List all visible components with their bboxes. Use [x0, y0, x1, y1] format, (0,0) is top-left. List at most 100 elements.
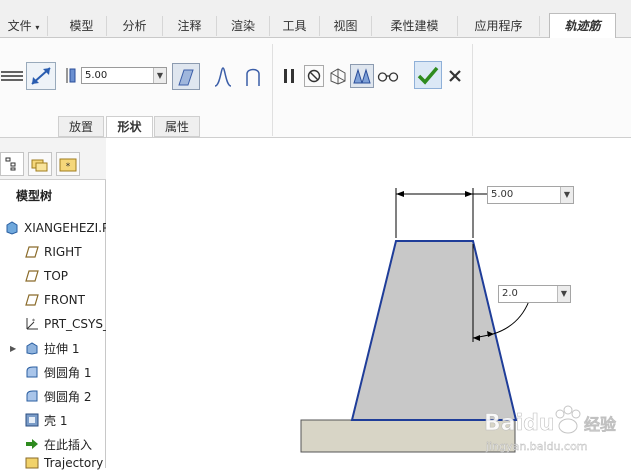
pause-button[interactable] [278, 64, 300, 88]
dimension-arrow-right [465, 191, 473, 197]
thickness-value-combo[interactable]: 5.00 ▼ [81, 67, 167, 84]
datum-plane-icon [24, 292, 40, 308]
checkmark-icon [417, 66, 439, 85]
baidu-logo-icon: Baidu 经验 jingyan.baidu.com [484, 405, 617, 453]
tab-folder-browser[interactable] [28, 152, 52, 176]
tab-trajectory-rib[interactable]: 轨迹筋 [549, 13, 616, 39]
thickness-icon [66, 67, 78, 84]
tab-view[interactable]: 视图 [320, 16, 372, 36]
round-icon [24, 364, 40, 380]
tree-item-label: TOP [44, 269, 69, 283]
flip-arrow-icon [31, 67, 51, 85]
tab-flexible-modeling[interactable]: 柔性建模 [372, 16, 458, 36]
close-icon [449, 70, 461, 82]
tree-item-round-1[interactable]: 倒圆角 1 [0, 362, 106, 382]
datum-plane-icon [24, 244, 40, 260]
add-fillet-edges-button[interactable] [0, 64, 24, 88]
favorites-folder-icon: * [59, 158, 77, 172]
cancel-button[interactable] [446, 66, 464, 86]
verify-mode-button[interactable] [376, 64, 400, 88]
tab-render[interactable]: 渲染 [217, 16, 270, 36]
svg-text:*: * [66, 162, 71, 172]
part-icon [4, 220, 20, 236]
angle-dimension-value: 2.0 [502, 288, 518, 299]
tree-item-label: RIGHT [44, 245, 82, 259]
tree-item-round-2[interactable]: 倒圆角 2 [0, 386, 106, 406]
feature-preview-icon [353, 68, 371, 84]
geometry-preview-button[interactable] [326, 64, 350, 88]
extrude-icon [24, 340, 40, 356]
expand-arrow-icon[interactable]: ▶ [10, 344, 20, 353]
rib-section[interactable] [350, 240, 518, 421]
shaded-rib-button[interactable] [172, 63, 200, 90]
model-tree-panel: * 模型树 XIANGEHEZI.P RIGHT TOP FRONT * PRT… [0, 138, 106, 470]
insert-arrow-icon [24, 436, 40, 452]
angle-leader-line [492, 300, 530, 335]
watermark: Baidu 经验 jingyan.baidu.com [478, 398, 628, 464]
ok-button[interactable] [414, 61, 442, 89]
tree-item-label: 倒圆角 2 [44, 389, 92, 404]
tab-applications[interactable]: 应用程序 [458, 16, 540, 36]
pause-icon [284, 69, 294, 83]
tree-item-csys[interactable]: * PRT_CSYS_ [0, 314, 106, 334]
svg-text:*: * [32, 318, 35, 325]
tree-item-shell[interactable]: 壳 1 [0, 410, 106, 430]
angle-dimension-field[interactable]: 2.0 ▼ [498, 285, 571, 303]
glasses-icon [377, 72, 399, 82]
feature-preview-button[interactable] [350, 64, 374, 88]
tree-item-label: FRONT [44, 293, 85, 307]
round-icon [24, 388, 40, 404]
no-preview-icon [307, 69, 321, 83]
shell-icon [24, 412, 40, 428]
tree-item-part[interactable]: XIANGEHEZI.P [0, 218, 106, 238]
tree-item-label: 壳 1 [44, 413, 68, 428]
subtab-shape[interactable]: 形状 [106, 116, 153, 137]
watermark-url: jingyan.baidu.com [485, 440, 588, 453]
chevron-down-icon[interactable]: ▼ [557, 286, 570, 302]
datum-plane-icon [24, 268, 40, 284]
file-menu-label: 文件 [7, 19, 32, 33]
tab-favorites[interactable]: * [56, 152, 80, 176]
tree-item-datum-front[interactable]: FRONT [0, 290, 106, 310]
no-preview-button[interactable] [304, 65, 324, 87]
chevron-down-icon[interactable]: ▼ [153, 68, 166, 83]
tree-icon [5, 157, 16, 171]
thickness-value: 5.00 [85, 70, 108, 81]
tab-annotate[interactable]: 注释 [163, 16, 217, 36]
ribbon-tab-bar: 文件 ▾ 模型 分析 注释 渲染 工具 视图 柔性建模 应用程序 轨迹筋 [0, 0, 631, 39]
folder-icon [31, 159, 48, 172]
tree-item-label: 在此插入 [44, 437, 93, 452]
tab-analysis[interactable]: 分析 [107, 16, 163, 36]
tab-model[interactable]: 模型 [57, 16, 107, 36]
tree-item-extrude[interactable]: ▶ 拉伸 1 [0, 338, 106, 358]
dimension-arrow-left [396, 191, 404, 197]
chevron-down-icon[interactable]: ▼ [560, 187, 573, 203]
rib-top-round-button[interactable] [210, 63, 236, 90]
rib-arch-button[interactable] [240, 63, 266, 90]
tree-item-insert-here[interactable]: 在此插入 [0, 434, 106, 454]
watermark-brand: Baidu [484, 411, 555, 436]
tab-tools[interactable]: 工具 [270, 16, 320, 36]
width-dimension-field[interactable]: 5.00 ▼ [487, 186, 574, 204]
arch-shape-icon [246, 68, 260, 86]
tree-item-label: 倒圆角 1 [44, 365, 92, 380]
coordinate-system-icon: * [24, 316, 40, 332]
parallel-lines-icon [1, 71, 23, 81]
file-menu[interactable]: 文件 ▾ [0, 16, 48, 36]
tab-model-tree[interactable] [0, 152, 24, 176]
navigator-tabs: * [0, 138, 106, 180]
model-tree-title: 模型树 [16, 189, 53, 203]
wireframe-cube-icon [330, 68, 346, 85]
bell-shape-icon [214, 66, 232, 87]
tree-item-label: 拉伸 1 [44, 341, 80, 356]
subtab-placement[interactable]: 放置 [58, 116, 104, 137]
tree-item-datum-top[interactable]: TOP [0, 266, 106, 286]
flip-direction-button[interactable] [26, 62, 56, 90]
toolbar-separator [472, 44, 473, 136]
shaded-shape-icon [178, 69, 194, 85]
tree-item-label: XIANGEHEZI.P [24, 221, 106, 235]
subtab-properties[interactable]: 属性 [154, 116, 200, 137]
chevron-down-icon: ▾ [35, 23, 40, 32]
tree-item-datum-right[interactable]: RIGHT [0, 242, 106, 262]
watermark-brand-cn: 经验 [584, 415, 617, 434]
